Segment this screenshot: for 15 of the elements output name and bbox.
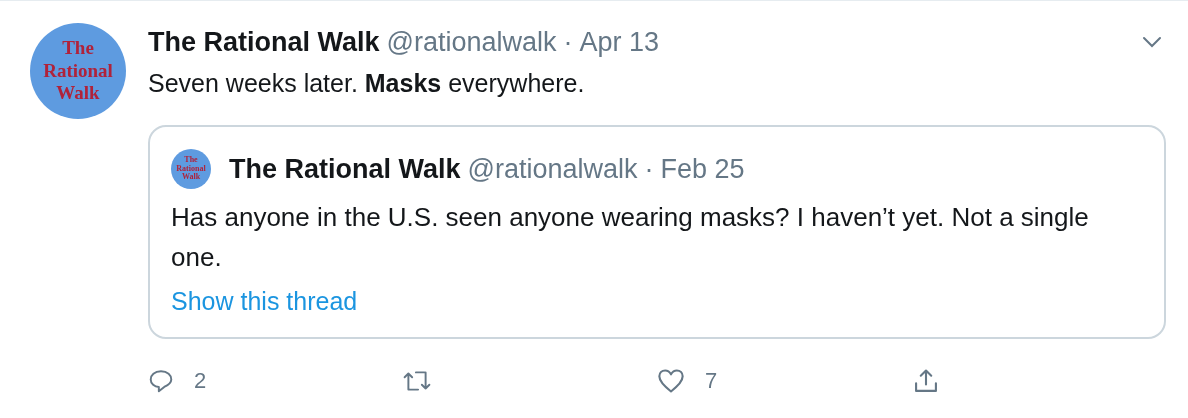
separator: · — [563, 26, 573, 58]
show-thread-link[interactable]: Show this thread — [171, 281, 358, 321]
author-handle: @rationalwalk — [386, 26, 557, 58]
action-count: 2 — [194, 368, 207, 394]
avatar: The Rational Walk — [171, 149, 211, 189]
author-name: The Rational Walk — [229, 153, 461, 185]
quoted-tweet-card[interactable]: The Rational Walk The Rational Walk @rationalwalk · Feb 25 Has anyone in the U.S. seen anyone wearing masks? I haven’t yet. Not a single one. Show this thread — [148, 125, 1166, 339]
action-count: 7 — [705, 368, 718, 394]
separator: · — [644, 153, 654, 185]
author-handle: @rationalwalk — [467, 153, 638, 185]
tweet-text: Seven weeks later. Masks everywhere. — [148, 68, 586, 99]
tweet-date: Feb 25 — [660, 153, 745, 185]
tweet-date[interactable]: Apr 13 — [579, 26, 660, 58]
quoted-tweet-text: Has anyone in the U.S. seen anyone wearing masks? I haven’t yet. Not a single one. — [171, 201, 1090, 274]
author-name[interactable]: The Rational Walk — [148, 26, 380, 58]
